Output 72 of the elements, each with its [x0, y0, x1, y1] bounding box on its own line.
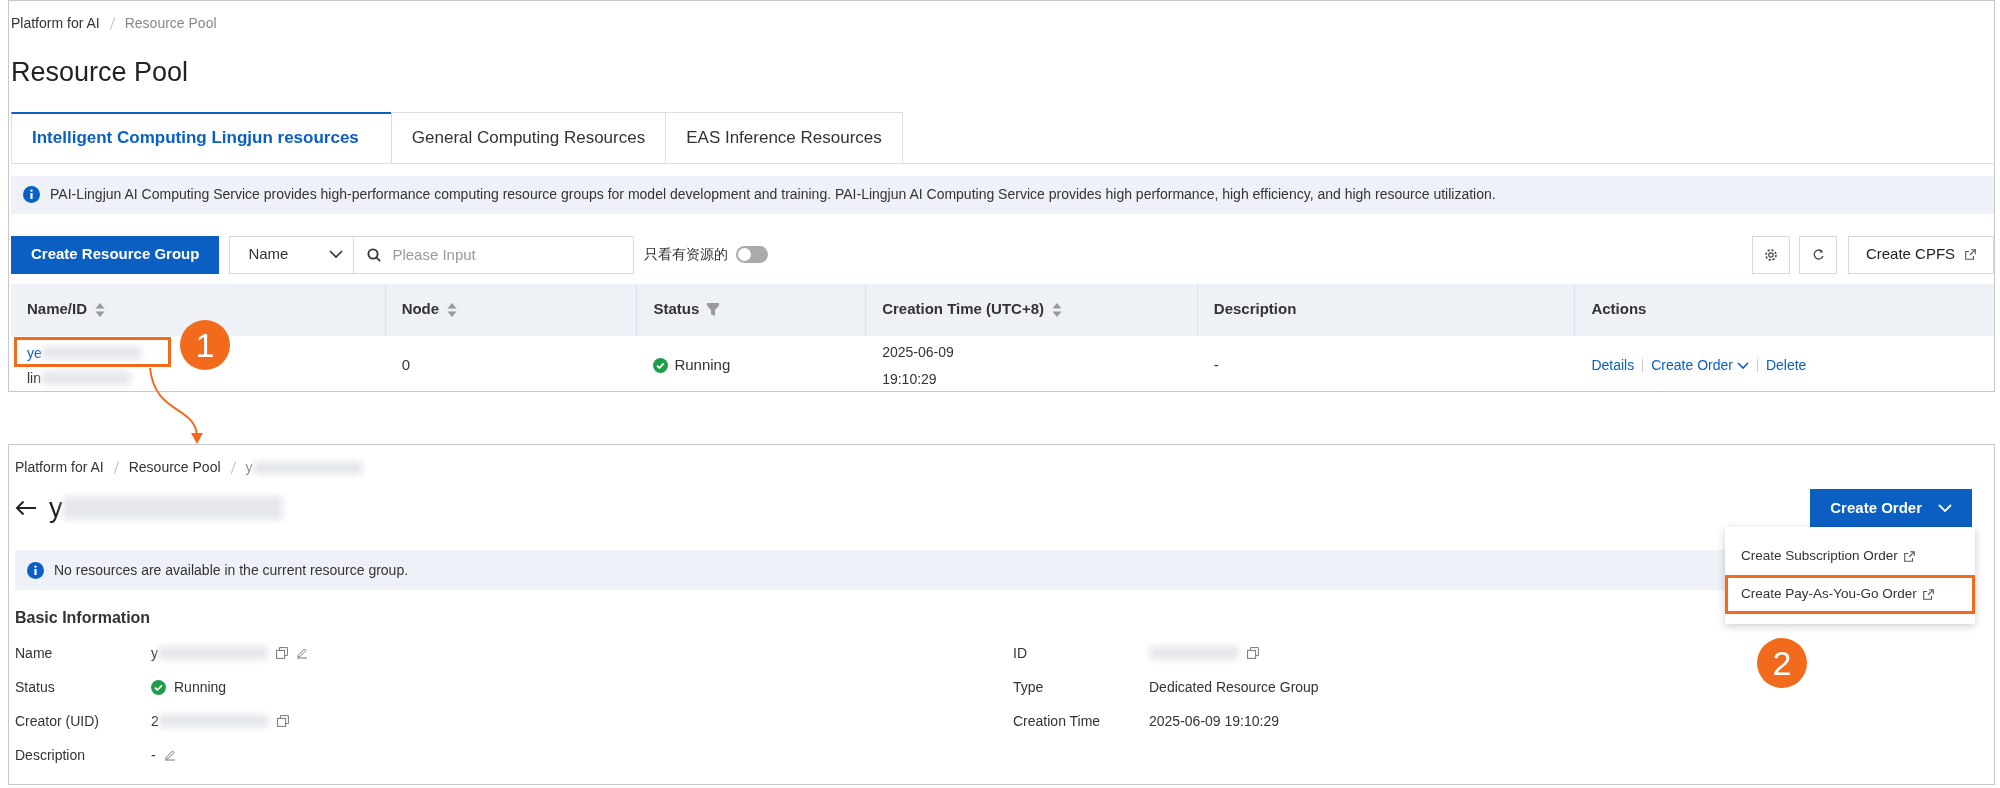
table-cell-text: 0 — [401, 355, 410, 376]
external-link-icon — [1965, 249, 1977, 260]
field-value: 2025-06-09 19:10:29 — [1149, 711, 1279, 731]
field-label: Creation Time — [1013, 711, 1102, 731]
field-value: y — [151, 643, 158, 663]
breadcrumb-link[interactable]: Platform for AI — [11, 13, 100, 34]
back-arrow-icon[interactable] — [15, 500, 37, 516]
page-title: Resource Pool — [11, 56, 190, 89]
sort-icon — [447, 302, 458, 317]
info-icon — [27, 561, 44, 579]
chevron-down-icon — [1938, 503, 1952, 513]
table-cell-text: 19:10:29 — [882, 369, 937, 389]
column-header: Description — [1197, 283, 1576, 336]
name-link[interactable]: ye — [27, 342, 42, 364]
field-label: Description — [15, 745, 87, 765]
search-field[interactable]: Please Input — [354, 235, 635, 274]
action-link[interactable]: Delete — [1765, 355, 1807, 376]
external-link-icon — [1903, 550, 1915, 562]
edit-icon[interactable] — [163, 749, 176, 761]
create-order-button[interactable]: Create Order — [1810, 489, 1972, 527]
status-text: Running — [174, 677, 227, 697]
table-cell-text: - — [1213, 355, 1219, 376]
toggle-switch[interactable] — [736, 246, 769, 263]
id-text: lin — [27, 368, 41, 388]
notice-text: No resources are available in the current resource group. — [54, 560, 409, 580]
refresh-button[interactable] — [1799, 235, 1837, 274]
edit-icon[interactable] — [296, 647, 308, 659]
field-label: Status — [15, 677, 56, 697]
column-header: Creation Time (UTC+8) — [866, 283, 1198, 336]
external-link-icon — [1922, 588, 1934, 600]
toggle-label: 只看有资源的 — [644, 245, 729, 264]
notice-text: PAI-Lingjun AI Computing Service provides high-performance computing resource groups for model development and training. PAI-Lingjun AI Computing Service provides high performance, high efficiency, and high resource utilization. — [50, 185, 1496, 204]
refresh-icon — [1811, 248, 1825, 261]
column-header: Actions — [1590, 299, 1648, 320]
breadcrumb-link[interactable]: Resource Pool — [128, 457, 221, 478]
field-value: - — [151, 745, 156, 765]
menu-item[interactable]: Create Pay-As-You-Go Order — [1725, 575, 1975, 614]
dropdown-link[interactable]: Create Order — [1651, 355, 1749, 376]
copy-icon[interactable] — [1247, 647, 1259, 659]
settings-button[interactable] — [1752, 235, 1790, 274]
chevron-down-icon — [1736, 361, 1749, 370]
breadcrumb-link[interactable]: Platform for AI — [15, 457, 104, 478]
tab[interactable]: Intelligent Computing Lingjun resources — [11, 111, 392, 163]
check-circle-icon — [151, 679, 166, 695]
field-label: Name — [15, 643, 54, 663]
sort-icon — [1052, 302, 1062, 317]
sort-icon — [95, 302, 106, 317]
filter-icon — [707, 303, 720, 316]
create-cpfs-button[interactable]: Create CPFS — [1848, 235, 1994, 274]
status-text: Running — [674, 355, 731, 376]
field-label: Type — [1013, 677, 1045, 697]
section-title: Basic Information — [15, 608, 151, 628]
info-icon — [23, 186, 40, 203]
copy-icon[interactable] — [276, 715, 289, 727]
table-cell-text: 2025-06-09 — [882, 342, 954, 362]
settings-icon — [1764, 247, 1778, 262]
field-label: ID — [1013, 643, 1028, 663]
create-resource-group-button[interactable]: Create Resource Group — [11, 235, 220, 274]
copy-icon[interactable] — [276, 647, 288, 659]
menu-item[interactable]: Create Subscription Order — [1725, 537, 1975, 576]
filter-select[interactable]: Name — [229, 235, 355, 274]
tab[interactable]: EAS Inference Resources — [665, 111, 903, 163]
field-value: 2 — [151, 711, 159, 731]
page-title: y — [49, 491, 63, 525]
action-link[interactable]: Details — [1591, 355, 1635, 376]
column-header: Status — [637, 283, 867, 336]
field-value: Dedicated Resource Group — [1149, 677, 1319, 697]
check-circle-icon — [653, 358, 669, 373]
search-icon — [367, 247, 382, 262]
field-label: Creator (UID) — [15, 711, 100, 731]
chevron-down-icon — [329, 250, 344, 259]
column-header: Node — [385, 283, 638, 336]
